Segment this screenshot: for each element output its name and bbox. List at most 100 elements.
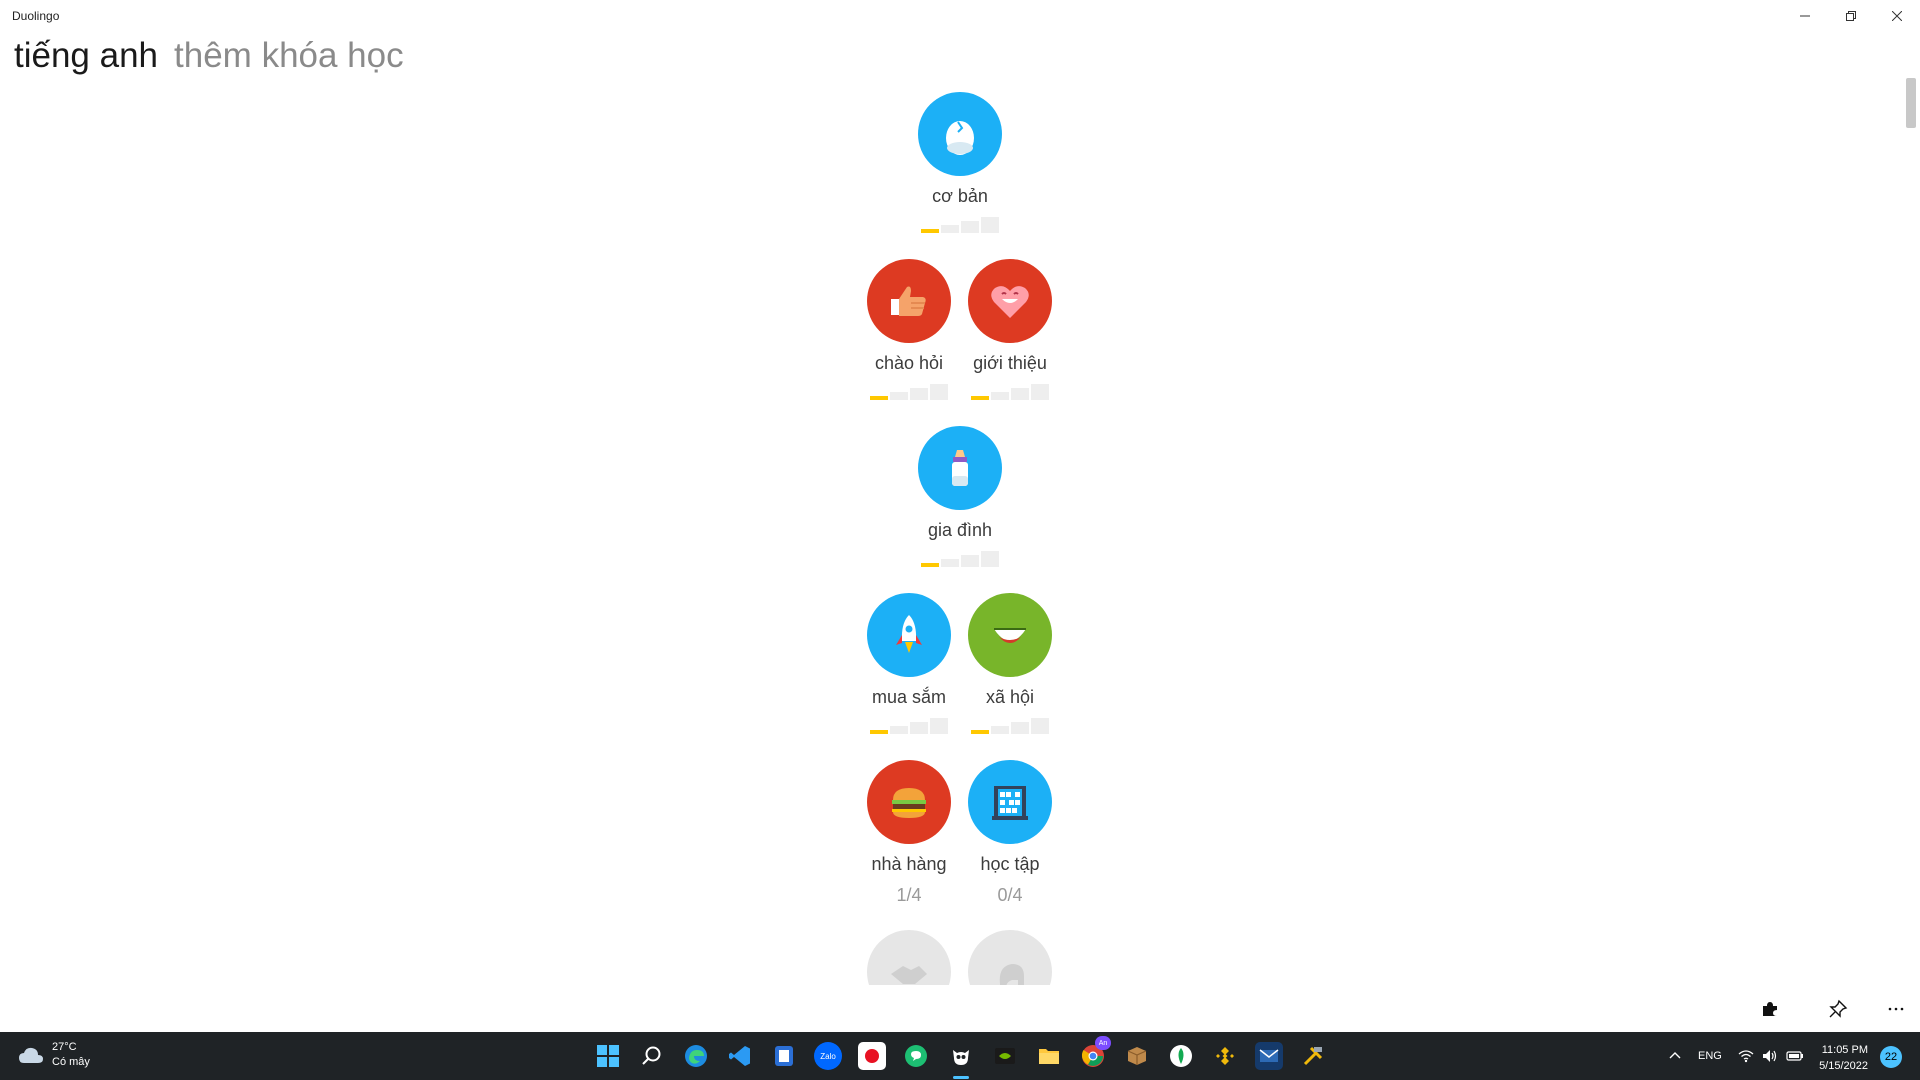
taskbar-record-app[interactable] — [858, 1042, 886, 1070]
baby-bottle-icon — [952, 450, 968, 486]
skill-hoc-tap[interactable]: học tập 0/4 — [955, 760, 1065, 906]
locked-handshake-icon — [891, 966, 927, 984]
pin-icon — [1829, 999, 1848, 1018]
pin-button[interactable] — [1822, 993, 1854, 1025]
skill-bubble[interactable] — [918, 426, 1002, 510]
burger-icon — [892, 788, 926, 818]
skill-label: chào hỏi — [874, 353, 944, 373]
chrome-profile-badge: An — [1095, 1036, 1111, 1050]
strength-meter — [971, 716, 1049, 734]
smile-face-icon — [994, 628, 1026, 643]
active-app-indicator — [953, 1076, 969, 1079]
strength-meter — [870, 716, 948, 734]
skill-chao-hoi[interactable]: chào hỏi — [854, 259, 964, 400]
tray-overflow-button[interactable] — [1668, 1032, 1682, 1080]
skill-label: mua sắm — [871, 687, 947, 707]
skill-locked-2[interactable] — [955, 930, 1065, 985]
skill-bubble[interactable] — [867, 760, 951, 844]
more-options-button[interactable] — [1880, 993, 1912, 1025]
skill-label: xã hội — [985, 687, 1035, 707]
skill-label: cơ bản — [932, 186, 988, 206]
search-button[interactable] — [638, 1042, 666, 1070]
skill-bubble[interactable] — [968, 259, 1052, 343]
taskbar-binance[interactable] — [1211, 1042, 1239, 1070]
taskbar-tools[interactable] — [1299, 1042, 1327, 1070]
system-tray-status[interactable] — [1738, 1032, 1804, 1080]
cloud-icon — [19, 1047, 43, 1063]
strength-meter — [971, 382, 1049, 400]
record-icon — [865, 1049, 879, 1063]
binance-icon — [1216, 1047, 1234, 1065]
document-app-icon — [775, 1046, 793, 1066]
clock-time: 11:05 PM — [1821, 1044, 1868, 1056]
skill-bubble[interactable] — [918, 92, 1002, 176]
lesson-progress: 1/4 — [896, 885, 922, 905]
locked-elephant-icon — [999, 964, 1024, 985]
taskbar-file-explorer[interactable] — [1035, 1042, 1063, 1070]
taskbar-box-app[interactable] — [1123, 1042, 1151, 1070]
windows-icon — [597, 1045, 619, 1067]
skill-gioi-thieu[interactable]: giới thiệu — [955, 259, 1065, 400]
skill-bubble-locked[interactable] — [867, 930, 951, 985]
strength-meter — [921, 549, 999, 567]
extensions-button[interactable] — [1754, 993, 1786, 1025]
skill-label: giới thiệu — [973, 353, 1047, 373]
skill-gia-dinh[interactable]: gia đình — [905, 426, 1015, 567]
taskbar-duolingo[interactable] — [947, 1042, 975, 1070]
weather-temperature: 27°C — [52, 1041, 77, 1053]
clock-date: 5/15/2022 — [1819, 1060, 1868, 1072]
skill-locked-1[interactable] — [854, 930, 964, 985]
skill-label: học tập — [980, 854, 1040, 874]
puzzle-icon — [1763, 1002, 1777, 1016]
skill-label: nhà hàng — [871, 854, 947, 874]
more-icon — [1888, 1007, 1904, 1011]
battery-icon — [1786, 1051, 1803, 1061]
skill-bubble-locked[interactable] — [968, 930, 1052, 985]
taskbar-zalo[interactable]: Zalo — [814, 1042, 842, 1070]
taskbar-gmx[interactable] — [1255, 1042, 1283, 1070]
tools-icon — [1303, 1046, 1323, 1066]
duolingo-owl-icon — [953, 1050, 969, 1065]
heart-face-icon — [991, 286, 1029, 318]
volume-icon — [1763, 1050, 1777, 1062]
strength-meter — [921, 215, 999, 233]
taskbar-chat-app[interactable] — [902, 1042, 930, 1070]
taskbar-chrome[interactable]: An — [1079, 1036, 1111, 1070]
abacus-icon — [992, 786, 1028, 820]
mail-app-icon — [1259, 1049, 1279, 1062]
skill-nha-hang[interactable]: nhà hàng 1/4 — [854, 760, 964, 906]
weather-widget[interactable]: 27°C Có mây — [18, 1040, 90, 1070]
wifi-icon — [1738, 1050, 1754, 1063]
start-button[interactable] — [594, 1042, 622, 1070]
skill-xa-hoi[interactable]: xã hội — [955, 593, 1065, 734]
taskbar-mongodb[interactable] — [1167, 1042, 1195, 1070]
notification-count-badge[interactable]: 22 — [1880, 1046, 1902, 1068]
skill-bubble[interactable] — [968, 760, 1052, 844]
taskbar: 27°C Có mây Zalo An ENG 11:05 PM 5/15/20… — [0, 1032, 1920, 1080]
edge-icon — [685, 1045, 707, 1067]
rocket-icon — [896, 615, 922, 653]
thumbs-up-icon — [891, 286, 926, 316]
egg-icon — [946, 121, 974, 155]
folder-icon — [1039, 1049, 1059, 1064]
language-indicator[interactable]: ENG — [1698, 1032, 1722, 1080]
skill-co-ban[interactable]: cơ bản — [905, 92, 1015, 233]
lesson-progress: 0/4 — [997, 885, 1023, 905]
weather-description: Có mây — [52, 1056, 90, 1068]
skill-bubble[interactable] — [867, 259, 951, 343]
skill-tree: cơ bản chào hỏi giới thiệu gia đình mua … — [0, 0, 1920, 985]
clock[interactable]: 11:05 PM 5/15/2022 — [1812, 1042, 1868, 1074]
taskbar-vscode[interactable] — [726, 1042, 754, 1070]
skill-mua-sam[interactable]: mua sắm — [854, 593, 964, 734]
taskbar-nvidia[interactable] — [991, 1042, 1019, 1070]
taskbar-edge[interactable] — [682, 1042, 710, 1070]
package-icon — [1127, 1047, 1147, 1065]
skill-bubble[interactable] — [867, 593, 951, 677]
vscode-icon — [729, 1046, 750, 1066]
chevron-up-icon — [1669, 1052, 1681, 1059]
nvidia-icon — [995, 1048, 1015, 1064]
app-bar — [0, 985, 1920, 1030]
taskbar-word[interactable] — [770, 1042, 798, 1070]
skill-bubble[interactable] — [968, 593, 1052, 677]
chat-icon — [905, 1045, 927, 1067]
